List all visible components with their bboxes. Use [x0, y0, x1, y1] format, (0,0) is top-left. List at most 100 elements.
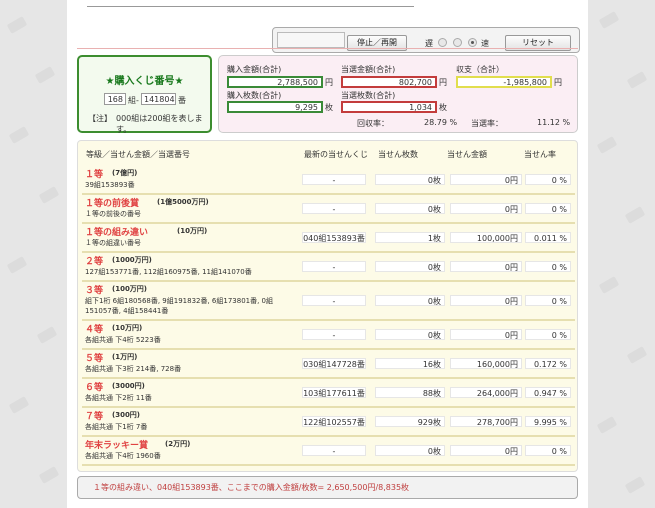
latest-winning-ticket: -: [302, 445, 366, 456]
number-suffix: 番: [178, 96, 186, 105]
prize-amount: (1億5000万円): [157, 198, 209, 206]
ticket-number-panel: ★購入くじ番号★ 168 組- 141804 番 【注】 000組は200組を表…: [77, 55, 212, 134]
latest-winning-ticket: -: [302, 295, 366, 306]
decor-ticket-icon: [598, 276, 620, 294]
decor-ticket-icon: [6, 256, 28, 274]
speed-radio-3[interactable]: [468, 38, 477, 47]
latest-winning-ticket: -: [302, 329, 366, 340]
speed-radio-1[interactable]: [438, 38, 447, 47]
table-row: １等の組み違い (10万円) １等の組違い番号 040組153893番 1枚 100,00…: [82, 224, 575, 253]
win-count-cell: 0枚: [375, 174, 445, 185]
prize-amount: (10万円): [112, 324, 143, 332]
prize-amount: (100万円): [112, 285, 148, 293]
top-divider: [87, 6, 414, 7]
prize-amount: (10万円): [177, 227, 208, 235]
win-count-cell: 88枚: [375, 387, 445, 398]
win-amount-cell: 0円: [450, 203, 522, 214]
mai-unit: 枚: [325, 103, 333, 112]
win-count-cell: 0枚: [375, 329, 445, 340]
win-rate-cell: 0 %: [525, 445, 571, 456]
table-row: ６等 (3000円) 各組共通 下2桁 11番 103組177611番 88枚 264,0…: [82, 379, 575, 408]
prize-name: ５等: [85, 354, 104, 364]
win-rate-cell: 9.995 %: [525, 416, 571, 427]
win-rate-cell: 0 %: [525, 203, 571, 214]
return-rate-label: 回収率：: [357, 119, 389, 128]
prize-name: １等の組み違い: [85, 228, 149, 238]
background-left: [0, 0, 67, 508]
header-count: 当せん枚数: [378, 150, 418, 159]
win-rate-label: 当選率：: [471, 119, 503, 128]
table-row: ４等 (10万円) 各組共通 下4桁 5223番 -0枚 0円 0 %: [82, 321, 575, 350]
balance-value: -1,985,800: [456, 76, 552, 88]
speed-radio-2[interactable]: [453, 38, 462, 47]
win-amount-cell: 0円: [450, 261, 522, 272]
win-rate-value: 11.12 %: [537, 118, 571, 127]
speed-display: [277, 32, 345, 48]
prize-amount: (300円): [112, 411, 141, 419]
win-rate-cell: 0.172 %: [525, 358, 571, 369]
status-message: １等の組み違い、040組153893番、ここまでの購入金額/枚数= 2,650,…: [93, 483, 410, 492]
decor-ticket-icon: [6, 16, 28, 34]
decor-ticket-icon: [596, 416, 618, 434]
latest-winning-ticket: 030組147728番: [302, 358, 366, 369]
winning-numbers: 各組共通 下2桁 11番: [85, 394, 152, 402]
control-panel: 停止／再開 遅 速 リセット: [272, 27, 580, 53]
purchase-count-label: 購入枚数(合計): [227, 91, 282, 100]
table-row: 年末ラッキー賞 (2万円) 各組共通 下4桁 1960番 -0枚 0円 0 %: [82, 437, 575, 466]
win-count-cell: 1枚: [375, 232, 445, 243]
winning-numbers: 各組共通 下1桁 7番: [85, 423, 148, 431]
win-count-cell: 0枚: [375, 203, 445, 214]
number-input[interactable]: 141804: [141, 93, 176, 105]
win-count-label: 当選枚数(合計): [341, 91, 396, 100]
winning-numbers: １等の前後の番号: [85, 210, 141, 218]
prize-name: ４等: [85, 325, 104, 335]
prize-amount: (7億円): [112, 169, 138, 177]
latest-winning-ticket: -: [302, 261, 366, 272]
latest-winning-ticket: 122組102557番: [302, 416, 366, 427]
win-amount-cell: 0円: [450, 295, 522, 306]
win-count-cell: 0枚: [375, 261, 445, 272]
table-row: ５等 (1万円) 各組共通 下3桁 214番, 728番 030組147728番 16枚…: [82, 350, 575, 379]
table-row: １等 (7億円) 39組153893番 -0枚 0円 0 %: [82, 166, 575, 195]
win-amount-cell: 278,700円: [450, 416, 522, 427]
win-amount-value: 802,700: [341, 76, 437, 88]
note-label: 【注】: [88, 114, 112, 123]
table-row: ２等 (1000万円) 127組153771番, 112組160975番, 11組1…: [82, 253, 575, 282]
summary-panel: 購入金額(合計) 2,788,500 円 購入枚数(合計) 9,295 枚 当選…: [218, 55, 578, 133]
prize-name: １等: [85, 170, 104, 180]
win-rate-cell: 0 %: [525, 174, 571, 185]
decor-ticket-icon: [626, 71, 648, 89]
group-input[interactable]: 168: [104, 93, 126, 105]
header-rule: [77, 48, 578, 49]
latest-winning-ticket: -: [302, 203, 366, 214]
header-rate: 当せん率: [524, 150, 556, 159]
win-amount-cell: 0円: [450, 445, 522, 456]
win-count-cell: 0枚: [375, 445, 445, 456]
prize-name: １等の前後賞: [85, 199, 140, 209]
win-count-value: 1,034: [341, 101, 437, 113]
latest-winning-ticket: -: [302, 174, 366, 185]
yen-unit: 円: [325, 78, 333, 87]
winning-numbers-cont: 151057番, 4組158441番: [85, 307, 169, 315]
decor-ticket-icon: [626, 346, 648, 364]
prize-name: ６等: [85, 383, 104, 393]
decor-ticket-icon: [596, 136, 618, 154]
win-rate-cell: 0 %: [525, 295, 571, 306]
winning-numbers: 組下1桁 6組180568番, 9組191832番, 6組173801番, 0組: [85, 297, 274, 305]
win-rate-cell: 0.947 %: [525, 387, 571, 398]
win-count-cell: 16枚: [375, 358, 445, 369]
yen-unit: 円: [439, 78, 447, 87]
winning-numbers: １等の組違い番号: [85, 239, 141, 247]
background-right: [588, 0, 655, 508]
header-amount: 当せん金額: [447, 150, 487, 159]
status-message-box: １等の組み違い、040組153893番、ここまでの購入金額/枚数= 2,650,…: [77, 476, 578, 499]
latest-winning-ticket: 040組153893番: [302, 232, 366, 243]
decor-ticket-icon: [36, 326, 58, 344]
purchase-amount-label: 購入金額(合計): [227, 65, 282, 74]
table-row: １等の前後賞 (1億5000万円) １等の前後の番号 -0枚 0円 0 %: [82, 195, 575, 224]
decor-ticket-icon: [38, 466, 60, 484]
win-count-cell: 0枚: [375, 295, 445, 306]
note-text: 000組は200組を表します。: [116, 114, 203, 134]
win-rate-cell: 0 %: [525, 261, 571, 272]
win-amount-cell: 160,000円: [450, 358, 522, 369]
